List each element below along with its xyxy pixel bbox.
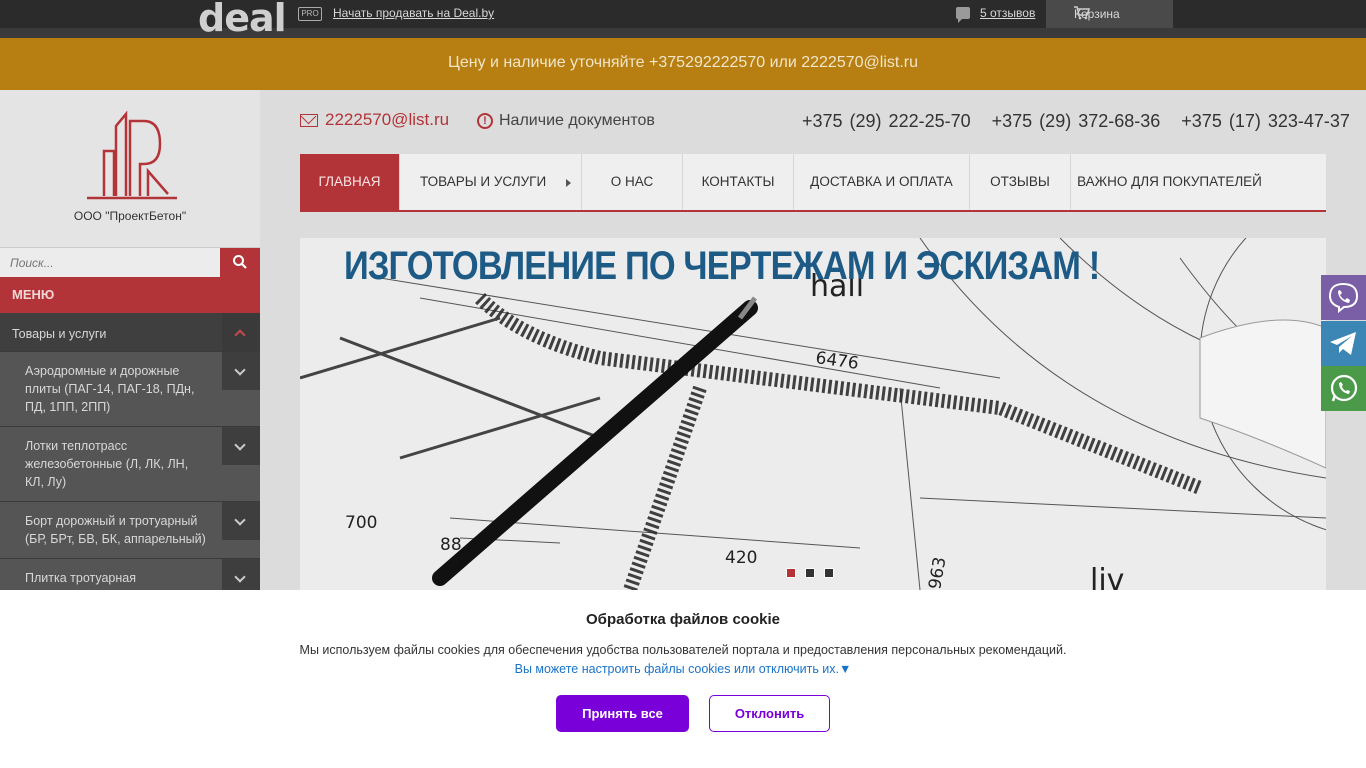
nav-important-for-buyers[interactable]: ВАЖНО ДЛЯ ПОКУПАТЕЛЕЙ (1071, 154, 1268, 210)
comment-icon (956, 7, 970, 23)
reviews-link[interactable]: 5 отзывов (980, 6, 1035, 20)
blueprint-image: hall 6476 700 88 420 963 liv (300, 238, 1326, 590)
slide-title: ИЗГОТОВЛЕНИЕ ПО ЧЕРТЕЖАМ И ЭСКИЗАМ ! (344, 244, 1100, 288)
search-input[interactable] (0, 248, 220, 277)
phone-1[interactable]: +375 (29) 222-25-70 (802, 111, 971, 131)
nav-contacts[interactable]: КОНТАКТЫ (683, 154, 794, 210)
company-logo[interactable] (82, 106, 182, 206)
cookie-description: Мы используем файлы cookies для обеспече… (299, 643, 1067, 657)
search-box (0, 247, 260, 277)
nav-delivery-payment[interactable]: ДОСТАВКА И ОПЛАТА (794, 154, 970, 210)
start-selling-link[interactable]: Начать продавать на Deal.by (333, 6, 494, 20)
menu-item-heating-trays[interactable]: Лотки теплотрасс железобетонные (Л, ЛК, … (0, 427, 260, 502)
cookie-consent-panel: Обработка файлов cookie Мы используем фа… (0, 590, 1366, 768)
menu-collapse-toggle[interactable] (222, 313, 260, 351)
phone-2[interactable]: +375 (29) 372-68-36 (992, 111, 1161, 131)
telegram-icon (1330, 332, 1356, 355)
caret-right-icon (566, 179, 571, 187)
menu-item-label: Товары и услуги (12, 327, 107, 341)
price-info-banner: Цену и наличие уточняйте +375292222570 и… (0, 38, 1366, 90)
cart-button[interactable]: Корзина (1046, 0, 1173, 28)
drawing-label-88: 88 (440, 535, 462, 555)
menu-expand-toggle[interactable] (222, 427, 260, 465)
accept-all-button[interactable]: Принять все (556, 695, 689, 732)
chevron-down-icon (234, 364, 246, 376)
menu-item-airfield-plates[interactable]: Аэродромные и дорожные плиты (ПАГ-14, ПА… (0, 352, 260, 427)
sidebar-menu: Товары и услуги Аэродромные и дорожные п… (0, 313, 260, 593)
slider-dot-2[interactable] (805, 568, 815, 578)
menu-item-label: Лотки теплотрасс железобетонные (Л, ЛК, … (25, 439, 189, 489)
company-name: ООО "ПроектБетон" (73, 209, 187, 223)
drawing-label-700: 700 (345, 513, 377, 533)
documents-link[interactable]: Наличие документов (499, 112, 655, 130)
chevron-up-icon (234, 329, 246, 341)
chevron-down-icon (234, 439, 246, 451)
search-button[interactable] (220, 248, 260, 277)
phone-numbers: +375 (29) 222-25-70 +375 (29) 372-68-36 … (802, 111, 1350, 132)
email-text: 2222570@list.ru (325, 110, 450, 129)
whatsapp-icon (1330, 374, 1358, 402)
slider-dot-3[interactable] (824, 568, 834, 578)
chevron-down-icon (234, 571, 246, 583)
email-link[interactable]: 2222570@list.ru (300, 110, 449, 130)
slider-dot-1[interactable] (786, 568, 796, 578)
main-nav: ГЛАВНАЯ ТОВАРЫ И УСЛУГИ О НАС КОНТАКТЫ Д… (300, 154, 1326, 212)
menu-item-label: Аэродромные и дорожные плиты (ПАГ-14, ПА… (25, 364, 195, 414)
nav-label: ТОВАРЫ И УСЛУГИ (420, 174, 547, 189)
deal-logo[interactable]: deal (198, 0, 287, 40)
drawing-label-liv: liv (1090, 563, 1124, 590)
search-icon (233, 255, 247, 269)
whatsapp-button[interactable] (1321, 366, 1366, 411)
nav-reviews[interactable]: ОТЗЫВЫ (970, 154, 1071, 210)
nav-goods-services[interactable]: ТОВАРЫ И УСЛУГИ (400, 154, 582, 210)
info-icon: ! (477, 113, 493, 129)
nav-about[interactable]: О НАС (582, 154, 683, 210)
viber-button[interactable] (1321, 275, 1366, 320)
menu-expand-toggle[interactable] (222, 502, 260, 540)
pro-badge: PRO (298, 7, 322, 21)
cookie-settings-link[interactable]: Вы можете настроить файлы cookies или от… (0, 662, 1366, 676)
menu-item-label: Плитка тротуарная (25, 571, 137, 585)
menu-header[interactable]: МЕНЮ (0, 277, 260, 313)
cart-icon (1074, 6, 1090, 20)
decline-button[interactable]: Отклонить (709, 695, 830, 732)
drawing-label-420: 420 (725, 548, 757, 568)
nav-home[interactable]: ГЛАВНАЯ (300, 154, 400, 210)
hero-slider[interactable]: hall 6476 700 88 420 963 liv ИЗГОТОВЛЕНИ… (300, 238, 1326, 590)
viber-icon (1328, 282, 1359, 314)
menu-item-goods-services[interactable]: Товары и услуги (0, 313, 260, 352)
phone-3[interactable]: +375 (17) 323-47-37 (1181, 111, 1350, 131)
slider-pagination (786, 565, 843, 583)
menu-expand-toggle[interactable] (222, 352, 260, 390)
menu-expand-toggle[interactable] (222, 559, 260, 593)
menu-item-paving-tiles[interactable]: Плитка тротуарная (0, 559, 260, 593)
cookie-title: Обработка файлов cookie (586, 611, 780, 628)
sidebar-logo-area (0, 90, 260, 247)
menu-item-curbs[interactable]: Борт дорожный и тротуарный (БР, БРт, БВ,… (0, 502, 260, 559)
chevron-down-icon (234, 514, 246, 526)
telegram-button[interactable] (1321, 321, 1366, 366)
menu-item-label: Борт дорожный и тротуарный (БР, БРт, БВ,… (25, 514, 206, 546)
